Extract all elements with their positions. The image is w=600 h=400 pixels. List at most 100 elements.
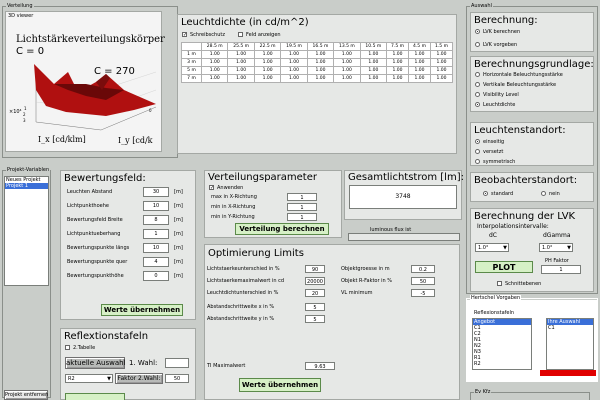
table-cell[interactable]: 1.00 [200,66,229,75]
radio-lvk-vorgeben[interactable] [475,42,480,47]
verteilung-input[interactable]: 1 [287,213,317,221]
dc-dropdown[interactable]: 1.0° ▼ [475,243,509,252]
viewer-3d[interactable]: 3D viewer Lichtstärkeverteilungskörper C… [5,11,165,152]
table-cell[interactable]: 1.00 [359,66,388,75]
table-cell[interactable]: 1.00 [253,66,282,75]
bewertung-input[interactable]: 30 [143,187,169,197]
faktor-input[interactable]: 50 [165,374,189,383]
ph-faktor-input[interactable]: 1 [541,265,581,274]
faktor-button[interactable]: Faktor 2.Wahl: [115,373,163,384]
optimierung-input[interactable]: -5 [411,289,435,297]
schnittebenen-checkbox[interactable] [497,281,502,286]
table-cell[interactable]: 1.00 [359,58,388,67]
table-cell[interactable]: 1.00 [280,58,308,67]
table-cell[interactable]: 1.00 [386,66,410,75]
bewertung-uebernehmen-button[interactable]: Werte übernehmen [101,304,183,316]
projekt-entfernen-button[interactable]: Projekt entfernen [4,390,48,400]
table-cell[interactable]: 1.00 [200,50,229,59]
table-cell[interactable]: 1.00 [306,50,335,59]
table-cell[interactable]: 1.00 [253,50,282,59]
table-cell[interactable]: 1.00 [333,74,361,83]
table-cell[interactable]: 1.00 [333,66,361,75]
optimierung-uebernehmen-button[interactable]: Werte übernehmen [239,378,321,392]
table-cell[interactable]: 1.00 [429,50,454,59]
verteilung-input[interactable]: 1 [287,203,317,211]
leuchtdichte-table[interactable]: 28.5 m 25.5 m 22.5 m 19.5 m 16.5 m 13.5 m 10.5… [181,42,454,83]
table-cell[interactable]: 1.00 [227,74,255,83]
radio-lvk-berechnen[interactable] [475,29,480,34]
radio-horizontal[interactable] [475,72,480,77]
tabelle2-checkbox[interactable] [65,345,70,350]
optimierung-input[interactable]: 0.2 [411,265,435,273]
table-cell[interactable]: 1.00 [200,74,229,83]
table-cell[interactable]: 1.00 [333,50,361,59]
radio-versetzt[interactable] [475,149,480,154]
anwenden-checkbox[interactable]: ✓ [209,185,214,191]
table-cell[interactable]: 1.00 [333,58,361,67]
radio-symmetrisch[interactable] [475,159,480,164]
table-row[interactable]: 3 m 1.00 1.00 1.00 1.00 1.00 1.00 1.00 1.00 1.00 1… [181,58,454,67]
table-cell[interactable]: 1.00 [408,58,431,67]
aktuelle-auswahl-button[interactable]: aktuelle Auswahl [65,357,126,369]
radio-leuchtdichte[interactable] [475,102,480,107]
bewertung-input[interactable]: 8 [143,215,169,225]
bewertung-input[interactable]: 10 [143,243,169,253]
optimierung-input[interactable]: 5 [305,315,325,323]
radio-standard[interactable] [483,191,488,196]
dgamma-dropdown[interactable]: 1.0° ▼ [539,243,573,252]
optimierung-input[interactable]: 20 [305,289,325,297]
table-cell[interactable]: 1.00 [280,50,308,59]
bewertung-input[interactable]: 1 [143,229,169,239]
table-cell[interactable]: 1.00 [386,58,410,67]
list-item[interactable]: C1 [547,325,593,331]
projekt-list[interactable]: Neues Projekt Projekt 1 [4,176,49,286]
bewertung-input[interactable]: 4 [143,257,169,267]
table-cell[interactable]: 1.00 [429,74,454,83]
table-cell[interactable]: 1.00 [408,50,431,59]
radio-visibility[interactable] [475,92,480,97]
table-cell[interactable]: 1.00 [386,74,410,83]
table-cell[interactable]: 1.00 [227,58,255,67]
plot-button[interactable]: PLOT [475,261,533,273]
list-item[interactable]: R2 [473,361,531,367]
optimierung-input[interactable]: 50 [411,277,435,285]
radio-vertikal[interactable] [475,82,480,87]
table-cell[interactable]: 1.00 [227,66,255,75]
table-cell[interactable]: 1.00 [359,50,388,59]
table-cell[interactable]: 1.00 [306,74,335,83]
table-cell[interactable]: 1.00 [386,50,410,59]
radio-einseitig[interactable] [475,139,480,144]
r-dropdown[interactable]: R2 ▼ [65,374,113,383]
reflexion-action-button[interactable] [65,393,125,400]
table-row[interactable]: 5 m 1.00 1.00 1.00 1.00 1.00 1.00 1.00 1.00 1.00 1… [181,66,454,75]
table-cell[interactable]: 1.00 [429,66,454,75]
table-cell[interactable]: 1.00 [306,58,335,67]
schreibschutz-checkbox[interactable]: ✓ [182,32,187,38]
table-cell[interactable]: 1.00 [429,58,454,67]
verteilung-input[interactable]: 1 [287,193,317,201]
table-cell[interactable]: 1.00 [408,74,431,83]
table-cell[interactable]: 1.00 [408,66,431,75]
table-cell[interactable]: 1.00 [253,58,282,67]
optimierung-input[interactable]: 5 [305,303,325,311]
table-cell[interactable]: 1.00 [280,66,308,75]
table-cell[interactable]: 1.00 [306,66,335,75]
list-item[interactable]: Projekt 1 [5,183,48,189]
optimierung-input[interactable]: 90 [305,265,325,273]
table-row[interactable]: 1 m 1.00 1.00 1.00 1.00 1.00 1.00 1.00 1.00 1.00 1… [181,50,454,59]
table-row[interactable]: 7 m 1.00 1.00 1.00 1.00 1.00 1.00 1.00 1.00 1.00 1… [181,74,454,83]
auswahl-list[interactable]: Ihre Auswahl C1 [546,318,594,370]
angebot-list[interactable]: Angebot C1 C2 N1 N2 N3 R1 R2 [472,318,532,370]
bewertung-input[interactable]: 0 [143,271,169,281]
table-cell[interactable]: 1.00 [253,74,282,83]
feld-anzeigen-checkbox[interactable] [238,32,243,37]
table-cell[interactable]: 1.00 [200,58,229,67]
table-cell[interactable]: 1.00 [359,74,388,83]
wahl1-input[interactable] [165,358,189,368]
verteilung-berechnen-button[interactable]: Verteilung berechnen [235,223,329,235]
table-cell[interactable]: 1.00 [280,74,308,83]
radio-nein[interactable] [541,191,546,196]
bewertung-input[interactable]: 10 [143,201,169,211]
table-cell[interactable]: 1.00 [227,50,255,59]
optimierung-input[interactable]: 20000 [305,277,325,285]
